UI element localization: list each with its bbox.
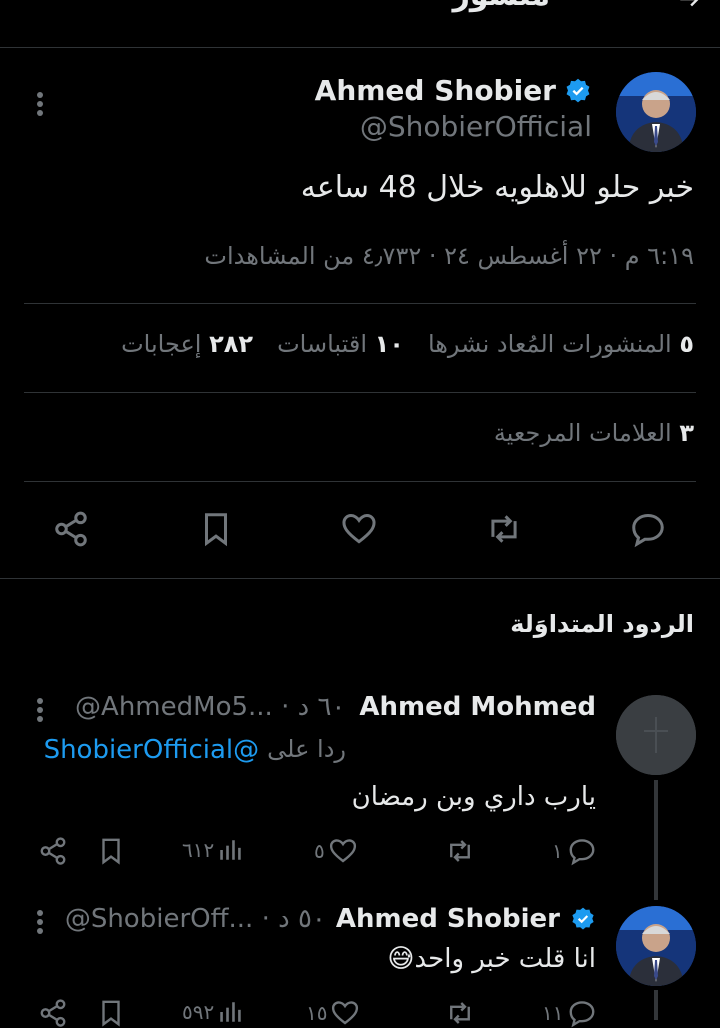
reply-likes-count: ١٥ [306,1001,328,1025]
reply-likes-count: ٥ [314,839,325,863]
back-arrow-icon[interactable] [676,0,702,12]
bookmark-icon [96,836,126,866]
reply-views-count: ٦١٢ [182,838,215,862]
reply-handle-time[interactable]: @AhmedMo5... · ٦٠ د [75,692,345,722]
more-options-icon[interactable] [30,908,50,938]
views-icon [217,836,243,864]
reply-to-line: ردا على @ShobierOfficial [44,735,346,765]
reply-text: يارب داري وبن رمضان [351,782,596,812]
thread-line [654,990,658,1020]
like-icon[interactable] [340,510,378,548]
reply-bookmark-button[interactable] [96,836,126,866]
reply-to-prefix: ردا على [267,735,346,763]
reply-bookmark-button[interactable] [96,998,126,1028]
reply-header: @AhmedMo5... · ٦٠ د Ahmed Mohmed [75,692,596,722]
reposts-label: المنشورات المُعاد نشرها [427,330,672,358]
reply-views-count: ٥٩٢ [182,1000,215,1024]
bookmarks-count: ٣ [679,419,694,447]
share-icon [38,998,68,1028]
stats-row: ٥ المنشورات المُعاد نشرها ١٠ اقتباسات ٢٨… [121,330,694,358]
bookmark-icon[interactable] [197,510,235,548]
top-bar: منشور [0,0,720,46]
reply-handle-time[interactable]: @ShobierOff... · ٥٠ د [65,904,326,934]
avatar[interactable] [616,695,696,775]
reply-like-button[interactable]: ١٥ [306,998,360,1028]
likes-stat[interactable]: ٢٨٢ إعجابات [121,330,253,358]
reply-icon [566,998,598,1028]
more-options-icon[interactable] [30,696,50,726]
reply-to-handle[interactable]: @ShobierOfficial [44,735,260,765]
author-name: Ahmed Shobier [314,74,556,107]
tweet-meta: ٦:١٩ م · ٢٢ أغسطس ٢٤ · ٤٫٧٣٢ من المشاهدا… [204,242,694,270]
tweet-text: خبر حلو للاهلويه خلال 48 ساعه [300,170,694,205]
replies-section-title: الردود المتداوَلة [510,610,694,638]
like-icon [328,836,358,866]
share-icon[interactable] [52,510,90,548]
reply-views[interactable]: ٦١٢ [182,836,243,864]
more-options-icon[interactable] [30,90,50,120]
like-icon [330,998,360,1028]
reply-replies-count: ١١ [542,1001,564,1025]
bookmarks-label: العلامات المرجعية [493,419,672,447]
reply-author-name[interactable]: Ahmed Shobier [336,904,560,934]
thread-line [654,780,658,900]
author-name-row[interactable]: Ahmed Shobier [315,74,592,107]
bookmarks-stat[interactable]: ٣ العلامات المرجعية [494,419,694,447]
reply-repost-button[interactable] [444,998,476,1028]
likes-count: ٢٨٢ [209,330,254,358]
author-handle[interactable]: @ShobierOfficial [360,110,592,143]
quotes-count: ١٠ [374,330,404,358]
reply-author-name[interactable]: Ahmed Mohmed [359,692,596,722]
verified-badge-icon [570,906,596,932]
reply-reply-button[interactable]: ١ [552,836,598,866]
share-icon [38,836,68,866]
avatar[interactable] [616,906,696,986]
reply-text: انا قلت خبر واحد😅 [387,944,596,974]
likes-label: إعجابات [121,330,202,358]
reposts-count: ٥ [679,330,694,358]
reply-repost-button[interactable] [444,836,476,866]
reply-views[interactable]: ٥٩٢ [182,998,243,1026]
verified-badge-icon [564,77,592,105]
views-icon [217,998,243,1026]
avatar[interactable] [616,72,696,152]
reply-header: @ShobierOff... · ٥٠ د Ahmed Shobier [65,904,596,934]
repost-icon[interactable] [484,510,524,548]
reply-like-button[interactable]: ٥ [314,836,358,866]
reply-replies-count: ١ [552,839,563,863]
reply-share-button[interactable] [38,998,68,1028]
bookmark-icon [96,998,126,1028]
reply-icon[interactable] [628,510,668,548]
reply-share-button[interactable] [38,836,68,866]
page-title: منشور [453,0,550,13]
repost-icon [444,998,476,1028]
repost-icon [444,836,476,866]
reply-icon [566,836,598,866]
reply-reply-button[interactable]: ١١ [542,998,598,1028]
quotes-stat[interactable]: ١٠ اقتباسات [277,330,404,358]
quotes-label: اقتباسات [277,330,368,358]
reposts-stat[interactable]: ٥ المنشورات المُعاد نشرها [428,330,694,358]
